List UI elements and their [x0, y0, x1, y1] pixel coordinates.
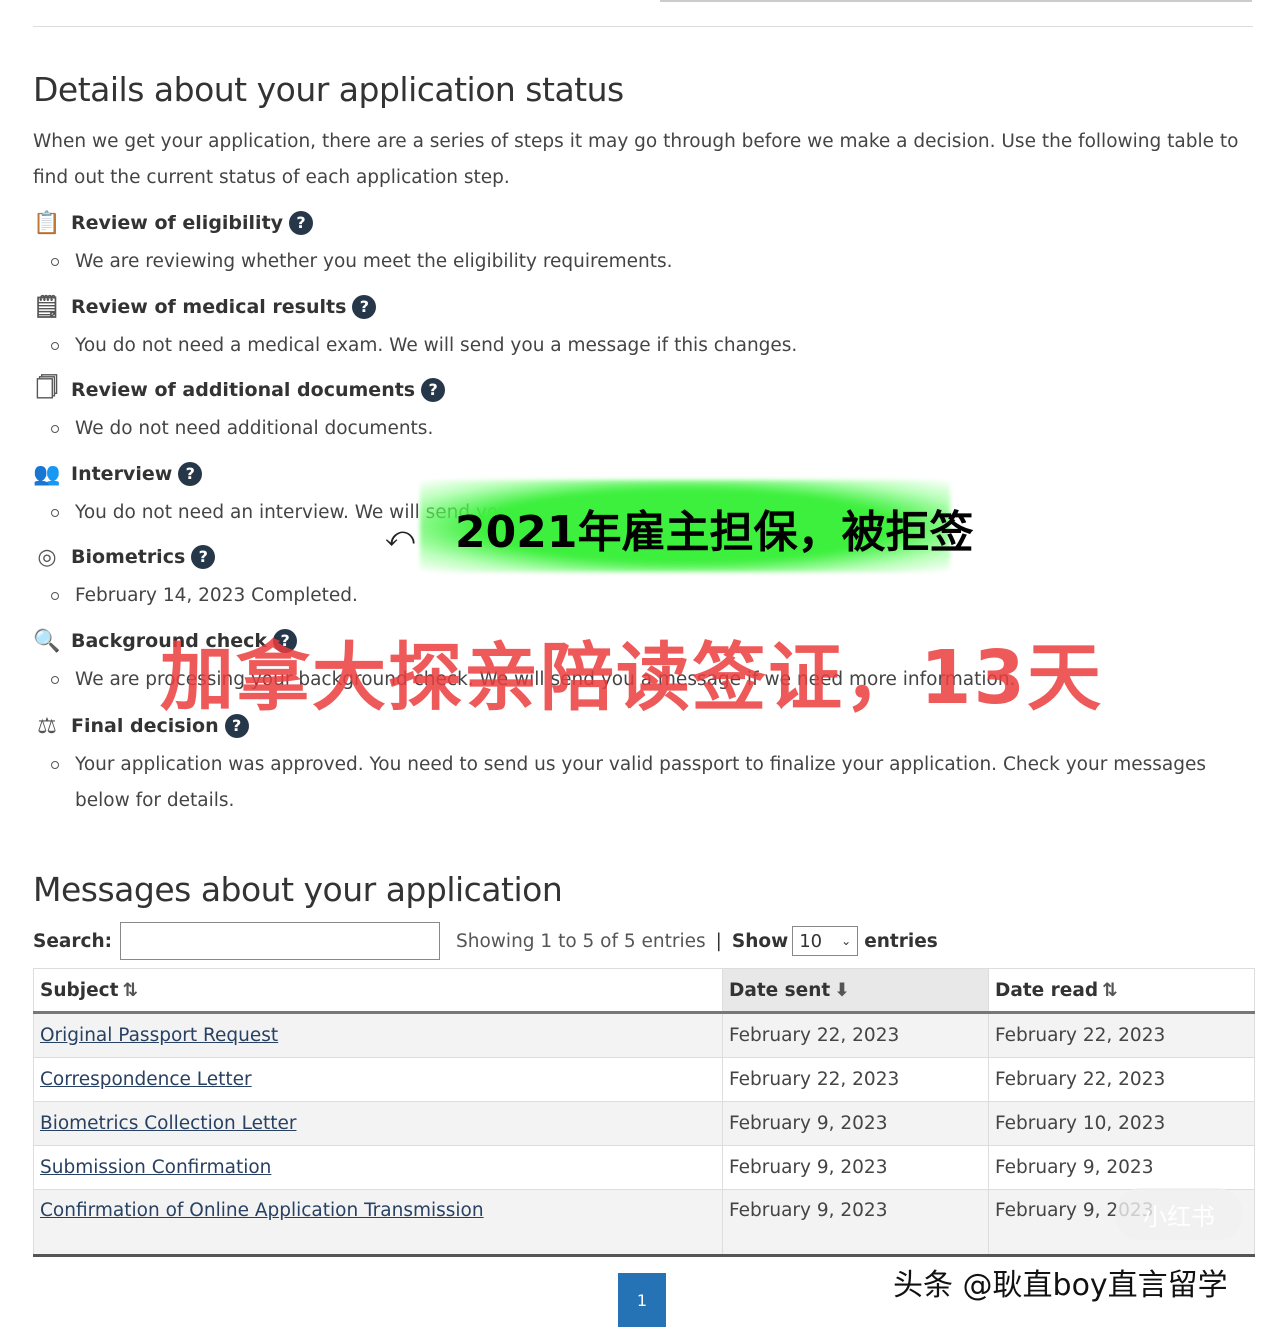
message-link[interactable]: Submission Confirmation [40, 1157, 271, 1178]
step-description: We do not need additional documents. [51, 411, 1215, 447]
table-row: Confirmation of Online Application Trans… [33, 1189, 1255, 1256]
separator: | [715, 930, 722, 952]
medical-clipboard-icon: 🗒 [33, 294, 61, 320]
table-row: Submission Confirmation February 9, 2023… [33, 1145, 1255, 1190]
page-size-value: 10 [799, 930, 823, 952]
page-size-select[interactable]: 10 ⌄ [792, 926, 859, 956]
chevron-down-icon: ⌄ [841, 934, 852, 948]
date-sent-cell: February 22, 2023 [722, 1012, 989, 1058]
step-title-row: 📋 Review of eligibility ? [33, 208, 1253, 238]
date-sent-cell: February 9, 2023 [722, 1145, 989, 1190]
help-icon[interactable]: ? [191, 545, 216, 569]
subject-cell: Submission Confirmation [33, 1145, 723, 1190]
subject-cell: Biometrics Collection Letter [33, 1101, 723, 1146]
subject-cell: Confirmation of Online Application Trans… [33, 1189, 723, 1256]
xiaohongshu-watermark-logo: 小红书 [1115, 1188, 1243, 1240]
table-row: Correspondence Letter February 22, 2023 … [33, 1057, 1255, 1102]
status-step: 🗒 Review of medical results ? You do not… [33, 292, 1253, 364]
caption-green: 2021年雇主担保，被拒签 [455, 507, 974, 558]
entries-label: entries [864, 930, 938, 952]
messages-title: Messages about your application [33, 870, 563, 909]
step-description: We are reviewing whether you meet the el… [51, 244, 1215, 280]
interview-people-icon: 👥 [33, 461, 61, 487]
date-sent-cell: February 9, 2023 [722, 1189, 989, 1256]
step-description: You do not need a medical exam. We will … [51, 328, 1215, 364]
date-read-cell: February 10, 2023 [988, 1101, 1255, 1146]
sort-both-icon: ⇅ [1102, 979, 1118, 1001]
status-step: 🗍 Review of additional documents ? We do… [33, 375, 1253, 447]
help-icon[interactable]: ? [289, 211, 314, 235]
scales-icon: ⚖ [37, 713, 57, 739]
messages-table: Subject ⇅ Date sent ⬇ Date read ⇅ Original … [33, 968, 1255, 1257]
magnifier-person-icon: 🔍 [33, 628, 61, 654]
subject-cell: Original Passport Request [33, 1012, 723, 1058]
subject-cell: Correspondence Letter [33, 1057, 723, 1102]
step-title: Review of medical results [71, 296, 347, 318]
message-link[interactable]: Confirmation of Online Application Trans… [40, 1200, 484, 1221]
table-row: Biometrics Collection Letter February 9,… [33, 1101, 1255, 1146]
column-header-date-read[interactable]: Date read ⇅ [988, 968, 1255, 1014]
date-sent-cell: February 22, 2023 [722, 1057, 989, 1102]
help-icon[interactable]: ? [352, 295, 377, 319]
status-step: 📋 Review of eligibility ? We are reviewi… [33, 208, 1253, 280]
curved-arrow-icon: ⤺ [385, 520, 415, 553]
step-title: Interview [71, 463, 173, 485]
step-title: Review of eligibility [71, 212, 284, 234]
column-header-date-sent[interactable]: Date sent ⬇ [722, 968, 989, 1014]
status-step: ⚖ Final decision ? Your application was … [33, 711, 1253, 819]
search-input[interactable] [120, 922, 441, 960]
fingerprint-icon: ◎ [37, 544, 57, 570]
divider [33, 26, 1253, 27]
message-link[interactable]: Biometrics Collection Letter [40, 1113, 297, 1134]
toutiao-watermark: 头条 @耿直boy直言留学 [893, 1268, 1228, 1303]
entries-info: Showing 1 to 5 of 5 entries [456, 930, 706, 952]
date-read-cell: February 22, 2023 [988, 1057, 1255, 1102]
search-label: Search: [33, 930, 113, 952]
sort-both-icon: ⇅ [122, 979, 138, 1001]
table-controls: Search: Showing 1 to 5 of 5 entries | Sh… [33, 922, 938, 960]
step-title-row: 🗒 Review of medical results ? [33, 292, 1253, 322]
caption-red: 加拿大探亲陪读签证，13天 [160, 635, 1103, 721]
column-header-subject[interactable]: Subject ⇅ [33, 968, 723, 1014]
help-icon[interactable]: ? [421, 378, 446, 402]
documents-icon: 🗍 [36, 376, 58, 401]
eligibility-clipboard-icon: 📋 [33, 210, 61, 236]
show-label: Show [731, 930, 789, 952]
message-link[interactable]: Correspondence Letter [40, 1069, 252, 1090]
help-icon[interactable]: ? [178, 462, 203, 486]
date-read-cell: February 22, 2023 [988, 1012, 1255, 1058]
status-title: Details about your application status [33, 70, 624, 109]
page-1-button[interactable]: 1 [618, 1273, 666, 1327]
date-read-cell: February 9, 2023 [988, 1145, 1255, 1190]
step-description: Your application was approved. You need … [51, 747, 1215, 819]
step-title: Biometrics [71, 546, 186, 568]
date-sent-cell: February 9, 2023 [722, 1101, 989, 1146]
status-intro: When we get your application, there are … [33, 131, 1239, 188]
step-title-row: 🗍 Review of additional documents ? [33, 375, 1253, 405]
message-link[interactable]: Original Passport Request [40, 1025, 278, 1046]
step-title: Review of additional documents [71, 379, 416, 401]
sort-descending-icon: ⬇ [834, 979, 850, 1001]
step-description: February 14, 2023 Completed. [51, 578, 1215, 614]
table-row: Original Passport Request February 22, 2… [33, 1012, 1255, 1058]
top-divider-bar [660, 0, 1252, 2]
